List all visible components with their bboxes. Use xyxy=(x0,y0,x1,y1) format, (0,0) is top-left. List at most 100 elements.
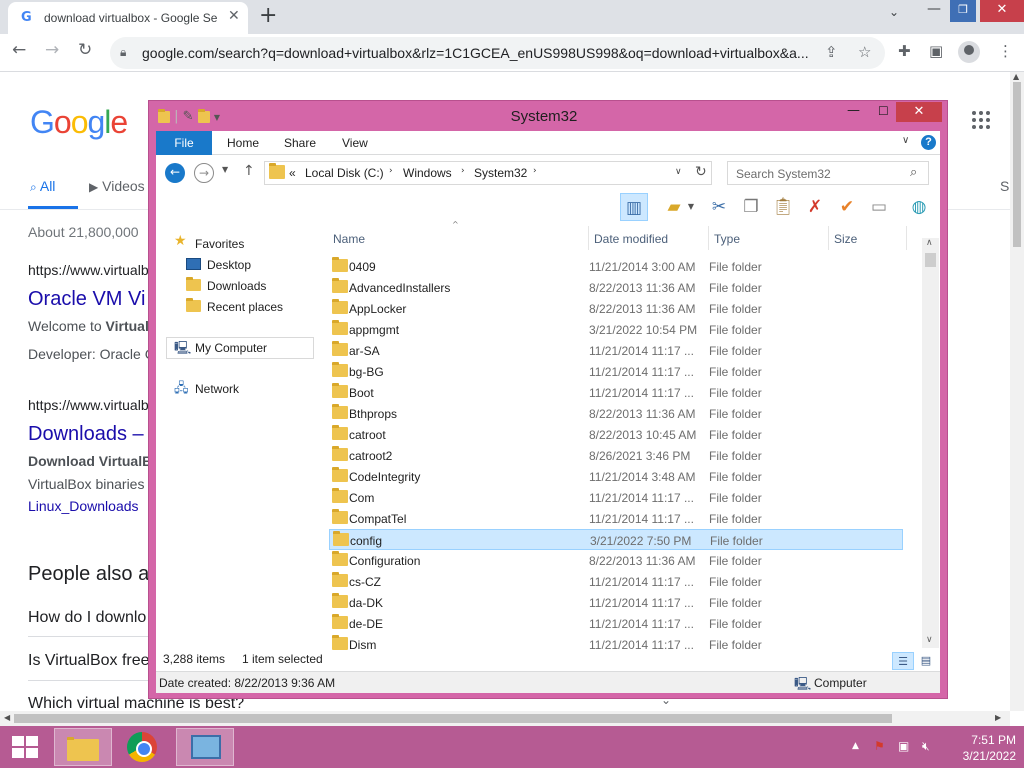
nav-downloads[interactable]: Downloads xyxy=(186,276,316,296)
breadcrumb-overflow[interactable]: « xyxy=(289,166,296,180)
google-apps-icon[interactable] xyxy=(972,111,990,129)
address-breadcrumb[interactable]: « Local Disk (C:) › Windows › System32 ›… xyxy=(264,161,712,185)
file-row[interactable]: cs-CZ 11/21/2014 11:17 ... File folder xyxy=(329,571,903,592)
column-separator[interactable] xyxy=(588,226,589,250)
volume-muted-icon[interactable]: 🔇︎ xyxy=(922,739,930,754)
file-row[interactable]: AdvancedInstallers 8/22/2013 11:36 AM File… xyxy=(329,277,903,298)
column-header-type[interactable]: Type xyxy=(714,232,740,246)
start-windows-icon[interactable] xyxy=(12,736,38,758)
nav-favorites[interactable]: ★ Favorites xyxy=(174,233,314,254)
column-header-name[interactable]: Name xyxy=(333,232,365,246)
address-bar[interactable]: 🔒︎ google.com/search?q=download+virtualb… xyxy=(110,37,885,69)
file-row[interactable]: catroot 8/22/2013 10:45 AM File folder xyxy=(329,424,903,445)
details-view-button[interactable]: ☰ xyxy=(892,652,914,670)
tab-view[interactable]: View xyxy=(342,131,368,155)
result-2-title[interactable]: Downloads – xyxy=(28,423,144,446)
address-dropdown-icon[interactable]: ∨ xyxy=(675,167,682,177)
extensions-puzzle-icon[interactable]: ✚ xyxy=(898,42,911,60)
google-logo[interactable]: Google xyxy=(30,104,128,141)
explorer-close-button[interactable]: ✕ xyxy=(896,102,942,122)
column-header-size[interactable]: Size xyxy=(834,232,857,246)
column-separator[interactable] xyxy=(906,226,907,250)
refresh-icon[interactable]: ↻ xyxy=(695,164,707,180)
rename-checkmark-icon[interactable]: ✔ xyxy=(833,193,861,221)
action-center-flag-icon[interactable]: ⚑ xyxy=(874,739,885,753)
file-row[interactable]: ar-SA 11/21/2014 11:17 ... File folder xyxy=(329,340,903,361)
copy-icon[interactable]: ❐ xyxy=(737,193,765,221)
file-row[interactable]: da-DK 11/21/2014 11:17 ... File folder xyxy=(329,592,903,613)
profile-avatar[interactable] xyxy=(958,41,980,63)
forward-button[interactable]: → xyxy=(194,163,214,183)
side-panel-icon[interactable]: ▣ xyxy=(929,42,943,60)
help-icon[interactable]: ? xyxy=(921,135,936,150)
bookmark-star-icon[interactable]: ☆ xyxy=(858,43,871,61)
file-row[interactable]: catroot2 8/26/2021 3:46 PM File folder xyxy=(329,445,903,466)
breadcrumb-windows[interactable]: Windows xyxy=(403,166,452,180)
large-icons-view-button[interactable]: ▤ xyxy=(915,652,937,670)
file-row[interactable]: appmgmt 3/21/2022 10:54 PM File folder xyxy=(329,319,903,340)
question-1[interactable]: How do I downlo xyxy=(28,609,146,627)
page-horizontal-scrollbar[interactable]: ◀ ▶ xyxy=(0,711,1010,726)
breadcrumb-system32[interactable]: System32 xyxy=(474,166,527,180)
file-list-scroll-thumb[interactable] xyxy=(925,253,936,267)
file-row[interactable]: config 3/21/2022 7:50 PM File folder xyxy=(329,529,903,550)
breadcrumb-separator-icon[interactable]: › xyxy=(461,166,465,176)
file-row[interactable]: bg-BG 11/21/2014 11:17 ... File folder xyxy=(329,361,903,382)
cut-scissors-icon[interactable]: ✂ xyxy=(705,193,733,221)
breadcrumb-separator-icon[interactable]: › xyxy=(389,166,393,176)
new-tab-button[interactable]: + xyxy=(259,3,277,28)
tab-share[interactable]: Share xyxy=(284,131,316,155)
scroll-left-arrow-icon[interactable]: ◀ xyxy=(4,713,10,722)
file-row[interactable]: CompatTel 11/21/2014 11:17 ... File folder xyxy=(329,508,903,529)
taskbar-file-explorer[interactable] xyxy=(54,728,112,766)
explorer-minimize-button[interactable]: — xyxy=(847,103,860,118)
page-vertical-scrollbar[interactable]: ▲ xyxy=(1010,72,1024,711)
taskbar-chrome[interactable] xyxy=(114,728,172,766)
column-separator[interactable] xyxy=(828,226,829,250)
browser-menu-icon[interactable]: ⋮ xyxy=(998,42,1013,60)
properties-dropdown-icon[interactable]: ▼ xyxy=(684,193,698,221)
scroll-up-arrow-icon[interactable]: ▲ xyxy=(1013,72,1019,81)
tab-more-partial[interactable]: S xyxy=(1000,178,1009,194)
file-row[interactable]: Boot 11/21/2014 11:17 ... File folder xyxy=(329,382,903,403)
nav-recent-places[interactable]: Recent places xyxy=(186,297,316,317)
reload-icon[interactable]: ↻ xyxy=(78,40,92,60)
result-1-title[interactable]: Oracle VM Vi xyxy=(28,288,145,311)
scroll-right-arrow-icon[interactable]: ▶ xyxy=(995,713,1001,722)
back-button[interactable]: ← xyxy=(165,163,185,183)
tab-videos[interactable]: ▶ Videos xyxy=(89,178,145,194)
explorer-maximize-button[interactable]: ☐ xyxy=(878,104,889,118)
browser-close-button[interactable]: ✕ xyxy=(980,0,1024,22)
taskbar-control-panel[interactable] xyxy=(176,728,234,766)
scroll-up-arrow-icon[interactable]: ∧ xyxy=(926,238,933,248)
column-separator[interactable] xyxy=(708,226,709,250)
network-tray-icon[interactable]: ▣ xyxy=(898,739,909,753)
browser-restore-button[interactable]: ❐ xyxy=(950,0,976,22)
search-box[interactable]: Search System32 ⌕ xyxy=(727,161,929,185)
paste-clipboard-icon[interactable]: 📋︎ xyxy=(769,193,797,221)
column-header-date[interactable]: Date modified xyxy=(594,232,668,246)
file-row[interactable]: 0409 11/21/2014 3:00 AM File folder xyxy=(329,256,903,277)
file-row[interactable]: AppLocker 8/22/2013 11:36 AM File folder xyxy=(329,298,903,319)
preview-pane-icon[interactable]: ▥ xyxy=(620,193,648,221)
browser-tab[interactable]: G download virtualbox - Google Se ✕ xyxy=(8,2,248,34)
tab-close-icon[interactable]: ✕ xyxy=(228,8,240,24)
tab-search-chevron-icon[interactable]: ⌄ xyxy=(889,5,899,19)
question-2[interactable]: Is VirtualBox free xyxy=(28,652,150,670)
nav-desktop[interactable]: Desktop xyxy=(186,255,316,275)
result-2-sitelink[interactable]: Linux_Downloads xyxy=(28,498,139,514)
back-arrow-icon[interactable]: ← xyxy=(12,40,26,60)
tab-home[interactable]: Home xyxy=(227,131,259,155)
clock[interactable]: 7:51 PM 3/21/2022 xyxy=(946,732,1016,764)
delete-x-icon[interactable]: ✗ xyxy=(801,193,829,221)
tab-all[interactable]: ⌕ All xyxy=(30,178,55,195)
vertical-scroll-thumb[interactable] xyxy=(1013,82,1021,247)
scroll-down-arrow-icon[interactable]: ∨ xyxy=(926,635,933,645)
nav-network[interactable]: 🖧︎ Network xyxy=(174,379,314,399)
nav-my-computer[interactable]: 🖳︎ My Computer xyxy=(166,337,314,359)
file-row[interactable]: CodeIntegrity 11/21/2014 3:48 AM File fold… xyxy=(329,466,903,487)
tab-file[interactable]: File xyxy=(156,131,212,155)
file-row[interactable]: Configuration 8/22/2013 11:36 AM File fold… xyxy=(329,550,903,571)
file-row[interactable]: de-DE 11/21/2014 11:17 ... File folder xyxy=(329,613,903,634)
browser-minimize-button[interactable]: — xyxy=(922,1,946,23)
